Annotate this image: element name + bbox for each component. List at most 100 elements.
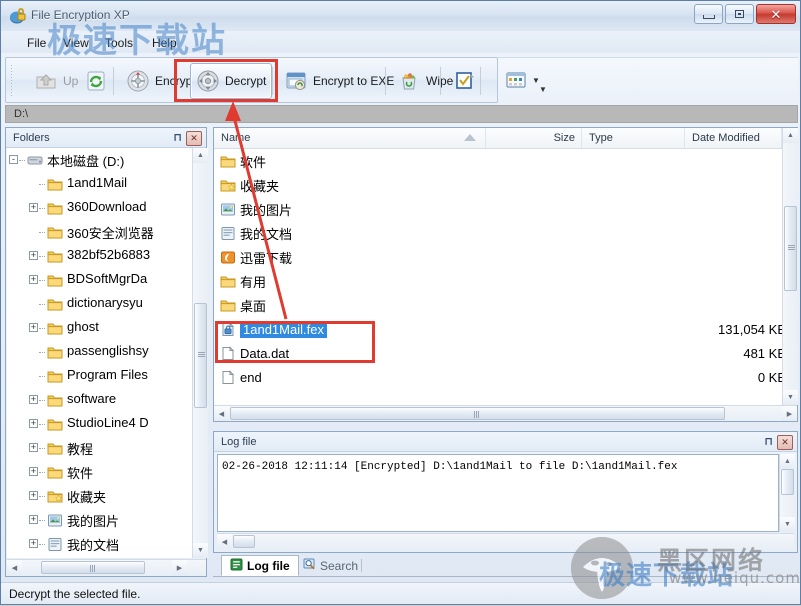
file-name-cell[interactable]: 软件: [220, 149, 266, 173]
tree-item[interactable]: dictionarysyu: [7, 292, 192, 316]
table-row[interactable]: 我的文档文件夹2018/2/26 9: [214, 221, 782, 245]
address-bar[interactable]: D:\: [5, 105, 798, 123]
table-row[interactable]: 我的图片文件夹2018/2/8 9:: [214, 197, 782, 221]
scroll-down-icon[interactable]: ▼: [780, 517, 795, 532]
table-row[interactable]: 软件文件夹2018/1/10 2: [214, 149, 782, 173]
tree-expander[interactable]: +: [29, 251, 38, 260]
tree-expander[interactable]: +: [29, 395, 38, 404]
close-icon[interactable]: ✕: [186, 131, 202, 146]
tree-expander[interactable]: +: [29, 443, 38, 452]
tree-item[interactable]: + 我的图片: [7, 508, 192, 532]
scroll-right-icon[interactable]: ▶: [782, 406, 797, 421]
pin-icon[interactable]: ⊓: [764, 435, 773, 448]
scroll-down-icon[interactable]: ▼: [783, 390, 798, 405]
file-list-vscrollbar[interactable]: ▲ ▼: [782, 128, 798, 405]
table-row[interactable]: end0 KB文件2018/2/25 9: [214, 365, 782, 389]
tree-expander[interactable]: +: [29, 323, 38, 332]
refresh-button[interactable]: [78, 63, 114, 99]
scroll-down-icon[interactable]: ▼: [193, 543, 208, 558]
tree-item[interactable]: Program Files: [7, 364, 192, 388]
table-row[interactable]: Data.dat481 KBDAT 文件2018/2/9 15: [214, 341, 782, 365]
file-list-vscroll-thumb[interactable]: [784, 206, 797, 291]
tree-item[interactable]: 1and1Mail: [7, 172, 192, 196]
file-name-cell[interactable]: 有用: [220, 269, 266, 293]
menu-help[interactable]: Help: [146, 34, 183, 52]
column-header-type[interactable]: Type: [582, 128, 685, 148]
tree-item[interactable]: + 教程: [7, 436, 192, 460]
pin-icon[interactable]: ⊓: [173, 131, 182, 144]
tree-item[interactable]: +迅雷下载: [7, 556, 192, 558]
tree-item[interactable]: + software: [7, 388, 192, 412]
tab-search[interactable]: Search: [295, 555, 366, 576]
encrypt-to-exe-button[interactable]: Encrypt to EXE: [278, 63, 400, 99]
tree-item[interactable]: + StudioLine4 D: [7, 412, 192, 436]
menu-file[interactable]: File: [21, 34, 52, 52]
file-name-cell[interactable]: 桌面: [220, 293, 266, 317]
close-icon[interactable]: ✕: [777, 435, 793, 450]
up-button[interactable]: Up: [28, 63, 84, 99]
file-list-hscroll-thumb[interactable]: [230, 407, 725, 420]
scroll-left-icon[interactable]: ◀: [7, 560, 22, 575]
table-row[interactable]: 1and1Mail.fex131,054 KBFile Encry...2018…: [214, 317, 782, 341]
tree-item[interactable]: passenglishsy: [7, 340, 192, 364]
table-row[interactable]: 迅雷下载文件夹2018/2/26 1: [214, 245, 782, 269]
log-hscrollbar[interactable]: ◀: [217, 533, 794, 549]
menu-view[interactable]: View: [57, 34, 95, 52]
tree-expander[interactable]: +: [29, 275, 38, 284]
log-vscroll-thumb[interactable]: [781, 469, 794, 495]
tree-item[interactable]: + ghost: [7, 316, 192, 340]
tree-expander[interactable]: +: [29, 515, 38, 524]
chevron-down-icon[interactable]: ▼: [532, 76, 540, 85]
file-name-cell[interactable]: 我的文档: [220, 221, 292, 245]
minimize-button[interactable]: [694, 4, 723, 24]
folder-tree-vscrollbar[interactable]: ▲ ▼: [192, 148, 208, 558]
folder-tree-hscroll-thumb[interactable]: [41, 561, 145, 574]
scroll-left-icon[interactable]: ◀: [214, 406, 229, 421]
toolbar-overflow-chevron-icon[interactable]: ▼: [539, 85, 547, 94]
column-header-name[interactable]: Name: [214, 128, 486, 148]
select-button[interactable]: [447, 63, 483, 99]
toolbar-grip[interactable]: [10, 64, 14, 98]
file-name-cell[interactable]: Data.dat: [220, 341, 289, 365]
scroll-right-icon[interactable]: ▶: [172, 560, 187, 575]
file-name-cell[interactable]: end: [220, 365, 262, 389]
tree-item[interactable]: +360Download: [7, 196, 192, 220]
tree-item[interactable]: +382bf52b6883: [7, 244, 192, 268]
file-list-rows[interactable]: 软件文件夹2018/1/10 2收藏夹文件夹2018/2/8 8:我的图片文件夹…: [214, 149, 782, 404]
folder-tree[interactable]: - 本地磁盘 (D:) 1and1Mail +360Download 360安全浏览器 +…: [7, 148, 192, 558]
tree-item[interactable]: - 本地磁盘 (D:): [7, 148, 192, 172]
file-list-hscrollbar[interactable]: ◀ ▶: [214, 405, 797, 421]
scroll-up-icon[interactable]: ▲: [780, 454, 795, 469]
file-name-cell[interactable]: 收藏夹: [220, 173, 279, 197]
decrypt-button[interactable]: Decrypt: [190, 63, 273, 99]
tree-item[interactable]: + 我的文档: [7, 532, 192, 556]
scroll-up-icon[interactable]: ▲: [783, 128, 798, 143]
log-hscroll-thumb[interactable]: [233, 535, 255, 548]
file-name-cell[interactable]: 我的图片: [220, 197, 292, 221]
column-header-size[interactable]: Size: [486, 128, 582, 148]
tree-item[interactable]: 360安全浏览器: [7, 220, 192, 244]
scroll-left-icon[interactable]: ◀: [217, 534, 232, 549]
folder-tree-vscroll-thumb[interactable]: [194, 303, 207, 408]
tree-expander[interactable]: +: [29, 467, 38, 476]
scroll-up-icon[interactable]: ▲: [193, 148, 208, 163]
tab-log-file[interactable]: Log file: [221, 555, 299, 576]
menu-tools[interactable]: Tools: [99, 34, 139, 52]
folder-tree-hscrollbar[interactable]: ◀ ▶: [7, 559, 206, 575]
tree-expander[interactable]: +: [29, 491, 38, 500]
tree-item[interactable]: + 软件: [7, 460, 192, 484]
tree-expander[interactable]: +: [29, 419, 38, 428]
table-row[interactable]: 收藏夹文件夹2018/2/8 8:: [214, 173, 782, 197]
table-row[interactable]: 桌面文件夹2018/2/23 1: [214, 293, 782, 317]
file-name-cell[interactable]: 1and1Mail.fex: [220, 317, 327, 341]
close-button[interactable]: ✕: [756, 4, 796, 24]
file-name-cell[interactable]: 迅雷下载: [220, 245, 292, 269]
log-vscrollbar[interactable]: ▲ ▼: [779, 454, 795, 532]
tree-expander[interactable]: +: [29, 539, 38, 548]
tree-expander[interactable]: +: [29, 203, 38, 212]
tree-item[interactable]: + 收藏夹: [7, 484, 192, 508]
tree-item[interactable]: + BDSoftMgrDa: [7, 268, 192, 292]
column-header-date[interactable]: Date Modified: [685, 128, 782, 148]
log-textarea[interactable]: 02-26-2018 12:11:14 [Encrypted] D:\1and1…: [217, 454, 779, 532]
table-row[interactable]: 有用文件夹2018/2/24 8: [214, 269, 782, 293]
